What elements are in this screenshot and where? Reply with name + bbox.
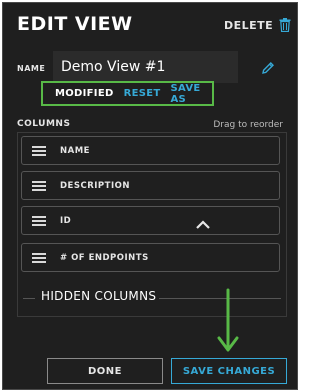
delete-label: DELETE — [224, 18, 274, 32]
trash-icon — [279, 18, 291, 33]
drag-to-reorder-hint: Drag to reorder — [213, 120, 283, 130]
name-label: NAME — [17, 64, 46, 73]
save-as-link[interactable]: SAVE AS — [170, 83, 212, 105]
chevron-up-icon[interactable] — [195, 215, 211, 229]
panel-title: EDIT VIEW — [17, 13, 133, 35]
modified-label: MODIFIED — [55, 88, 114, 99]
arrow-annotation-icon — [217, 288, 239, 352]
column-label: # OF ENDPOINTS — [60, 252, 149, 263]
drag-handle-icon[interactable] — [32, 180, 46, 191]
drag-handle-icon[interactable] — [32, 215, 46, 226]
column-row-endpoints[interactable]: # OF ENDPOINTS — [21, 243, 280, 272]
view-name-input[interactable]: Demo View #1 — [53, 51, 238, 83]
reset-link[interactable]: RESET — [124, 88, 161, 99]
divider — [23, 298, 35, 299]
columns-heading: COLUMNS — [17, 119, 71, 129]
delete-button[interactable]: DELETE — [224, 18, 291, 33]
done-button[interactable]: DONE — [47, 358, 163, 384]
column-label: ID — [60, 215, 72, 226]
drag-handle-icon[interactable] — [32, 252, 46, 263]
column-label: DESCRIPTION — [60, 180, 130, 191]
column-row-name[interactable]: NAME — [21, 136, 280, 165]
pencil-icon[interactable] — [261, 60, 275, 74]
drag-handle-icon[interactable] — [32, 145, 46, 156]
edit-view-panel: EDIT VIEW DELETE NAME Demo View #1 MODIF… — [2, 2, 298, 390]
column-row-description[interactable]: DESCRIPTION — [21, 171, 280, 200]
hidden-columns-heading: HIDDEN COLUMNS — [41, 289, 157, 303]
save-changes-button[interactable]: SAVE CHANGES — [171, 358, 287, 384]
modified-status-group: MODIFIED RESET SAVE AS — [41, 81, 214, 106]
column-label: NAME — [60, 145, 90, 156]
column-row-id[interactable]: ID — [21, 206, 280, 235]
